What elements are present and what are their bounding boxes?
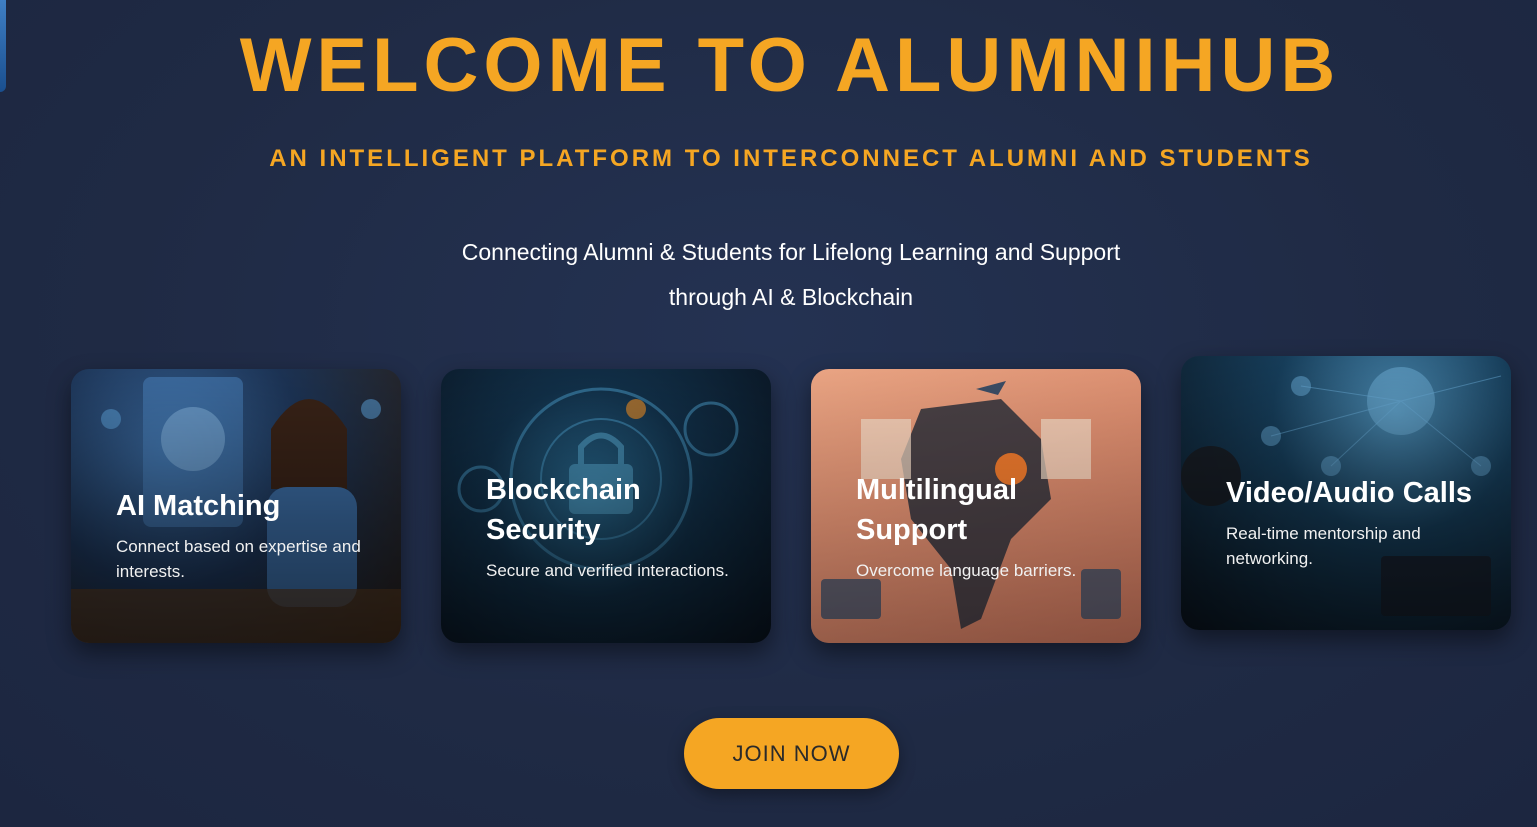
landing-page: WELCOME TO ALUMNIHUB AN INTELLIGENT PLAT…	[0, 0, 1537, 827]
join-now-button[interactable]: JOIN NOW	[684, 718, 899, 789]
page-subtitle: AN INTELLIGENT PLATFORM TO INTERCONNECT …	[269, 145, 1313, 172]
card-title: Multilingual Support	[856, 474, 1018, 546]
tagline-line-2: through AI & Blockchain	[668, 284, 914, 310]
card-title: Blockchain Security	[486, 474, 641, 546]
card-text: Blockchain Security Secure and verified …	[486, 470, 753, 583]
card-title: Video/Audio Calls	[1226, 477, 1473, 509]
card-title: AI Matching	[116, 490, 281, 522]
card-description: Overcome language barriers.	[856, 561, 1077, 580]
feature-card-multilingual-support[interactable]: Multilingual Support Overcome language b…	[811, 369, 1141, 643]
tagline-line-1: Connecting Alumni & Students for Lifelon…	[461, 239, 1121, 265]
feature-card-video-audio-calls[interactable]: Video/Audio Calls Real-time mentorship a…	[1181, 356, 1511, 630]
feature-card-ai-matching[interactable]: AI Matching Connect based on expertise a…	[71, 369, 401, 643]
page-title: WELCOME TO ALUMNIHUB	[239, 23, 1341, 108]
card-text: AI Matching Connect based on expertise a…	[116, 486, 383, 584]
card-text: Video/Audio Calls Real-time mentorship a…	[1226, 473, 1493, 571]
tagline: Connecting Alumni & Students for Lifelon…	[0, 230, 1537, 320]
card-text: Multilingual Support Overcome language b…	[856, 470, 1123, 583]
feature-card-blockchain-security[interactable]: Blockchain Security Secure and verified …	[441, 369, 771, 643]
card-description: Secure and verified interactions.	[486, 561, 729, 580]
card-description: Real-time mentorship and networking.	[1226, 524, 1421, 568]
card-description: Connect based on expertise and interests…	[116, 537, 361, 581]
